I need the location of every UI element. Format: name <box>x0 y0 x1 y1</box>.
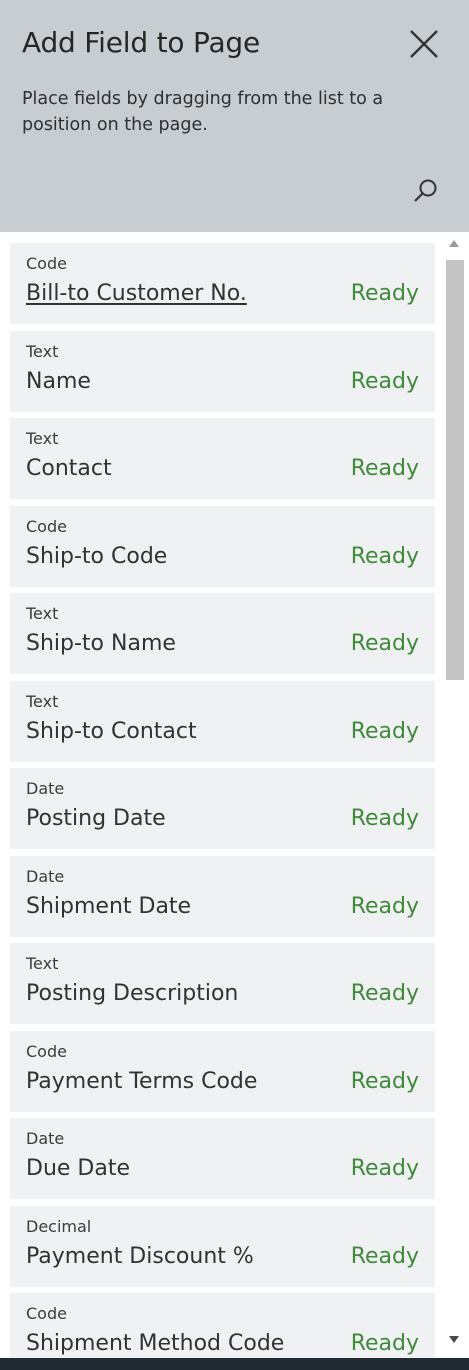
field-type-label: Text <box>26 954 59 973</box>
field-name: Shipment Date <box>26 893 192 919</box>
field-status: Ready <box>350 718 419 744</box>
field-status: Ready <box>350 981 419 1006</box>
field-type-label: Code <box>26 1304 67 1323</box>
field-item[interactable]: Text Ship-to Contact Ready <box>10 680 435 762</box>
field-name: Name <box>26 368 91 394</box>
field-status: Ready <box>350 631 419 656</box>
panel-description: Place fields by dragging from the list t… <box>22 89 384 135</box>
bottom-bar <box>0 1358 469 1370</box>
field-status: Ready <box>350 1243 419 1269</box>
field-list: Code Bill-to Customer No. Ready Text Name Rea… <box>10 243 435 1358</box>
field-item[interactable]: Code Bill-to Customer No. Ready <box>10 243 435 324</box>
field-name[interactable]: Bill-to Customer No. <box>26 281 247 306</box>
field-item[interactable]: Code Ship-to Code Ready <box>10 505 435 587</box>
field-item[interactable]: Text Contact Ready <box>10 418 435 499</box>
field-status: Ready <box>350 543 419 569</box>
field-type-label: Code <box>26 254 67 273</box>
field-name: Posting Date <box>26 806 166 831</box>
field-item[interactable]: Code Payment Terms Code Ready <box>10 1030 435 1112</box>
field-item[interactable]: Date Due Date Ready <box>10 1118 435 1199</box>
field-status: Ready <box>350 1331 419 1356</box>
field-type-label: Date <box>26 779 65 798</box>
field-status: Ready <box>350 368 419 394</box>
field-name: Due Date <box>26 1156 130 1181</box>
field-item[interactable]: Date Posting Date Ready <box>10 768 435 849</box>
panel-title: Add Field to Page <box>22 26 261 59</box>
field-status: Ready <box>350 456 419 481</box>
field-list-area: Code Bill-to Customer No. Ready Text Name Rea… <box>0 232 469 1358</box>
field-type-label: Date <box>26 1129 65 1148</box>
scroll-up-arrow-icon[interactable] <box>449 240 459 247</box>
field-item[interactable]: Code Shipment Method Code Ready <box>10 1293 435 1358</box>
scrollbar[interactable] <box>443 232 465 1358</box>
field-name: Ship-to Contact <box>26 718 197 744</box>
field-item[interactable]: Decimal Payment Discount % Ready <box>10 1205 435 1287</box>
field-type-label: Text <box>26 429 59 448</box>
field-name: Contact <box>26 456 112 481</box>
field-name: Payment Terms Code <box>26 1068 258 1094</box>
field-item[interactable]: Text Name Ready <box>10 330 435 412</box>
close-button[interactable] <box>402 22 446 66</box>
field-type-label: Code <box>26 1041 67 1061</box>
field-status: Ready <box>350 1068 419 1094</box>
field-item[interactable]: Text Posting Description Ready <box>10 943 435 1024</box>
field-status: Ready <box>350 1156 419 1181</box>
scroll-thumb[interactable] <box>446 260 464 680</box>
field-name: Posting Description <box>26 981 239 1006</box>
field-status: Ready <box>350 806 419 831</box>
search-icon <box>414 179 437 202</box>
field-type-label: Date <box>26 866 65 886</box>
field-type-label: Text <box>26 341 59 361</box>
field-item[interactable]: Text Ship-to Name Ready <box>10 593 435 674</box>
field-status: Ready <box>350 893 419 919</box>
field-type-label: Text <box>26 691 59 711</box>
field-type-label: Text <box>26 604 59 623</box>
field-name: Ship-to Name <box>26 631 176 656</box>
close-icon <box>410 30 438 58</box>
search-button[interactable] <box>406 172 444 210</box>
field-type-label: Decimal <box>26 1216 92 1236</box>
field-type-label: Code <box>26 516 67 536</box>
scroll-down-arrow-icon[interactable] <box>449 1336 459 1343</box>
field-status: Ready <box>350 281 419 306</box>
field-item[interactable]: Date Shipment Date Ready <box>10 855 435 937</box>
field-name: Ship-to Code <box>26 543 168 569</box>
field-name: Shipment Method Code <box>26 1331 285 1356</box>
panel-header: Add Field to Page Place fields by draggi… <box>0 0 469 232</box>
field-name: Payment Discount % <box>26 1243 254 1269</box>
